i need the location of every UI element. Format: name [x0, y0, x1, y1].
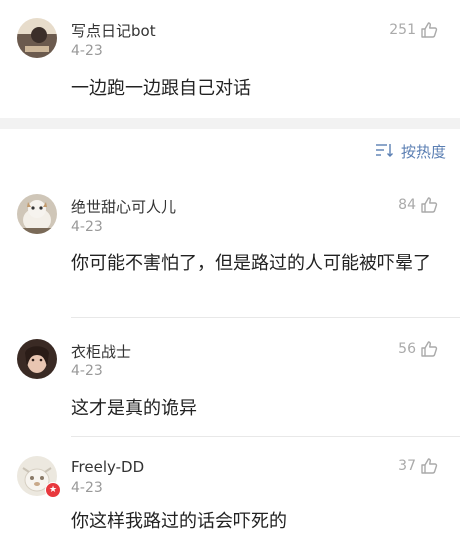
- thumbs-up-icon: [420, 21, 438, 39]
- avatar-image: [17, 18, 57, 58]
- avatar-image: [17, 339, 57, 379]
- comment-date: 4-23: [71, 43, 103, 59]
- star-badge-icon: ★: [45, 482, 61, 498]
- comment-text: 这才是真的诡异: [71, 398, 197, 419]
- comment-date: 4-23: [71, 480, 103, 496]
- avatar[interactable]: [17, 194, 57, 234]
- sort-label: 按热度: [400, 143, 446, 161]
- comment-item: ★ Freely-DD 4-23 37 你这样我路过的话会吓死的: [0, 437, 460, 544]
- comment-author[interactable]: 绝世甜心可人儿: [71, 196, 176, 217]
- comment-author[interactable]: 写点日记bot: [71, 20, 156, 41]
- sort-by-hot-button[interactable]: 按热度: [375, 141, 446, 162]
- avatar[interactable]: [17, 18, 57, 58]
- comment-text: 一边跑一边跟自己对话: [71, 78, 251, 99]
- like-count: 37: [398, 458, 416, 474]
- like-button[interactable]: 84: [398, 194, 438, 216]
- section-divider: [0, 118, 460, 129]
- like-count: 56: [398, 341, 416, 357]
- comment-date: 4-23: [71, 219, 103, 235]
- avatar-image: [17, 194, 57, 234]
- comment-text: 你这样我路过的话会吓死的: [71, 511, 287, 532]
- comment-date: 4-23: [71, 363, 103, 379]
- thumbs-up-icon: [420, 340, 438, 358]
- comment-author[interactable]: Freely-DD: [71, 458, 144, 476]
- top-comment: 写点日记bot 4-23 251 一边跑一边跟自己对话: [0, 0, 460, 118]
- like-button[interactable]: 37: [398, 455, 438, 477]
- like-button[interactable]: 251: [389, 19, 438, 41]
- like-count: 84: [398, 197, 416, 213]
- comment-author[interactable]: 衣柜战士: [71, 341, 131, 362]
- like-count: 251: [389, 22, 416, 38]
- avatar[interactable]: [17, 339, 57, 379]
- thumbs-up-icon: [420, 196, 438, 214]
- comment-item: 衣柜战士 4-23 56 这才是真的诡异: [0, 318, 460, 430]
- thumbs-up-icon: [420, 457, 438, 475]
- comment-text: 你可能不害怕了，但是路过的人可能被吓晕了: [71, 253, 431, 274]
- like-button[interactable]: 56: [398, 338, 438, 360]
- comment-page: { "top_comment": { "author": "写点日记bot", …: [0, 0, 460, 544]
- sort-lines-icon: [375, 142, 395, 162]
- comment-item: 绝世甜心可人儿 4-23 84 你可能不害怕了，但是路过的人可能被吓晕了: [0, 180, 460, 316]
